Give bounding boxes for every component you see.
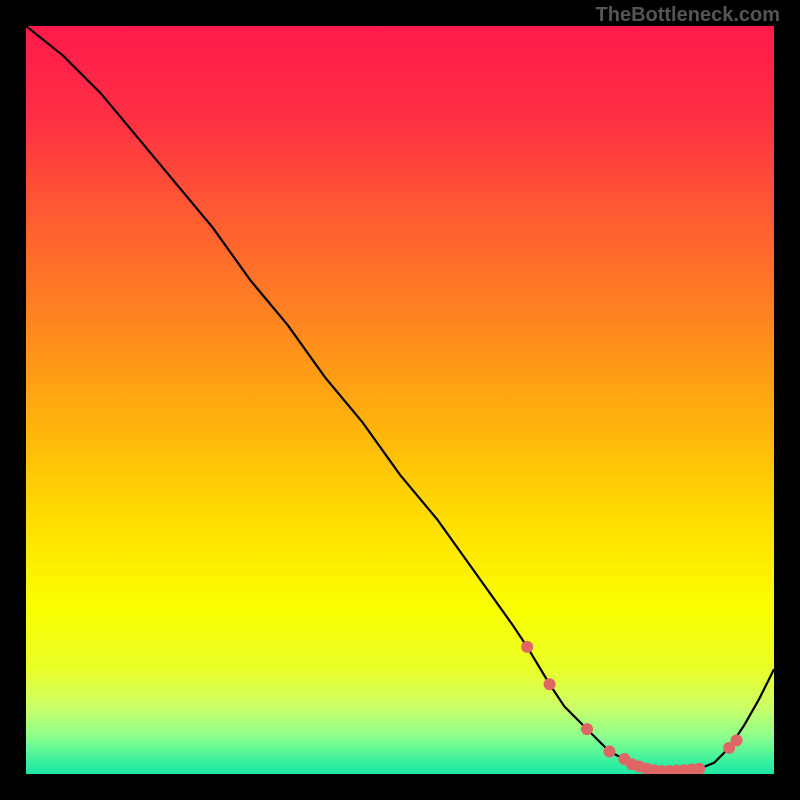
- attribution-label: TheBottleneck.com: [596, 4, 780, 27]
- marker-point: [581, 723, 593, 735]
- plot-area: [26, 26, 774, 774]
- chart-container: TheBottleneck.com: [0, 0, 800, 800]
- marker-point: [731, 734, 743, 746]
- marker-point: [603, 746, 615, 758]
- chart-svg: [26, 26, 774, 774]
- marker-point: [544, 678, 556, 690]
- marker-point: [521, 641, 533, 653]
